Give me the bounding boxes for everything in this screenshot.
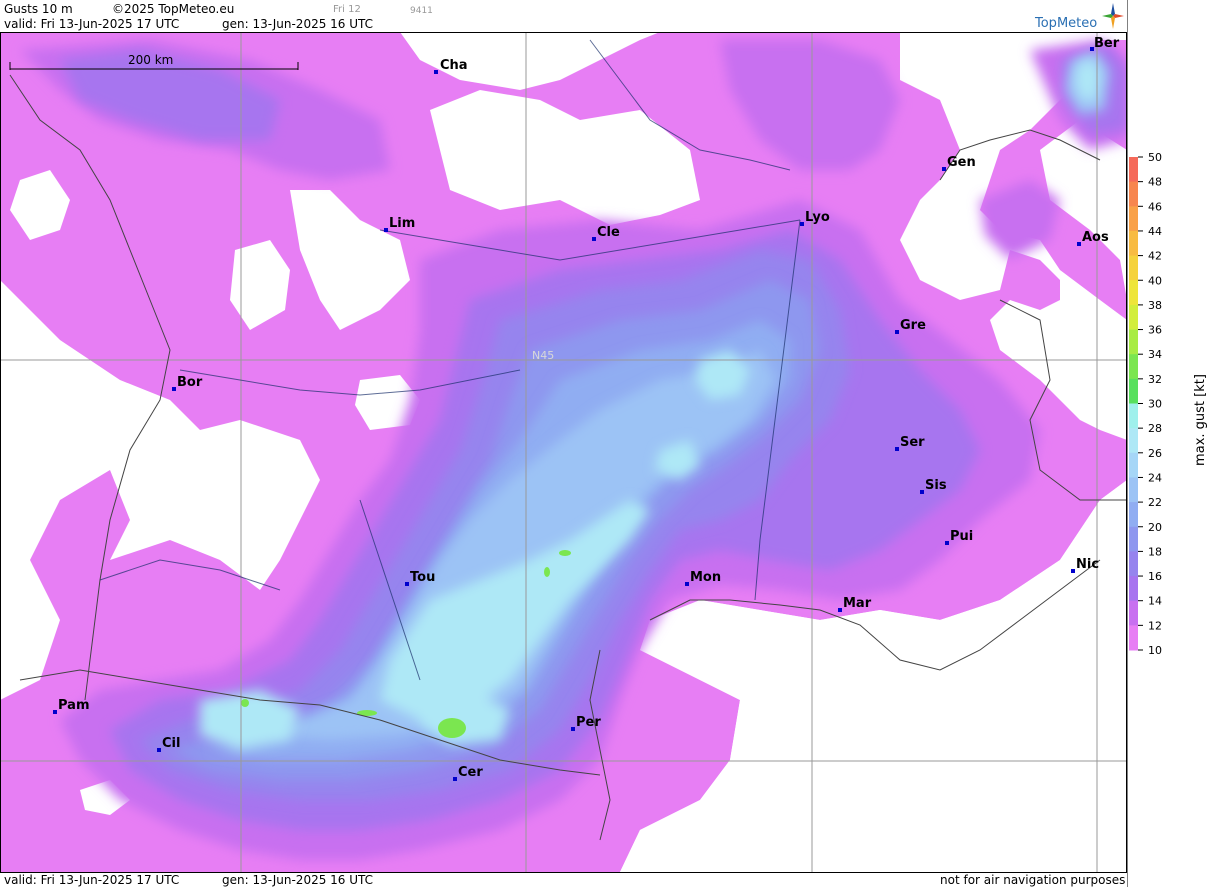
city-marker (838, 608, 842, 612)
city-label: Mar (843, 596, 872, 611)
city-marker (685, 582, 689, 586)
city-marker (895, 447, 899, 451)
city-label: Mon (690, 570, 721, 585)
legend-tick-label: 34 (1148, 348, 1162, 361)
legend-tick-label: 32 (1148, 373, 1162, 386)
city-label: Aos (1082, 230, 1109, 245)
legend-swatch (1129, 600, 1138, 626)
legend-swatch (1129, 304, 1138, 331)
city-label: Cil (162, 736, 180, 751)
city-label: Gen (947, 155, 976, 170)
day-tab[interactable]: Fri 12 (333, 3, 361, 17)
city-label: Tou (410, 570, 435, 585)
city-marker (1071, 569, 1075, 573)
city-label: Lim (389, 216, 415, 231)
legend-tick-label: 14 (1148, 595, 1162, 608)
latitude-label: N45 (532, 349, 554, 362)
city-label: Cle (597, 225, 620, 240)
city-marker (945, 541, 949, 545)
footer-valid-time: valid: Fri 13-Jun-2025 17 UTC (4, 873, 180, 887)
city-marker (53, 710, 57, 714)
legend-swatch (1129, 403, 1138, 429)
legend-swatch (1129, 625, 1138, 651)
city-marker (172, 387, 176, 391)
legend-tick-label: 18 (1148, 545, 1162, 558)
city-label: Ber (1094, 36, 1120, 51)
legend-swatch (1129, 230, 1138, 257)
legend-swatch (1129, 329, 1138, 355)
city-label: Pam (58, 698, 90, 713)
legend-tick-label: 28 (1148, 422, 1162, 435)
city-marker (157, 748, 161, 752)
legend-tick-label: 46 (1148, 200, 1162, 213)
legend-swatch (1129, 181, 1138, 207)
city-marker (920, 490, 924, 494)
city-marker (571, 727, 575, 731)
legend-swatch (1129, 551, 1138, 577)
run-id: 9411 (410, 6, 433, 16)
logo-compass-icon (1102, 3, 1124, 29)
legend-tick-label: 50 (1148, 151, 1162, 164)
gen-time: gen: 13-Jun-2025 16 UTC (222, 17, 374, 31)
city-label: Per (576, 715, 601, 730)
legend-tick-label: 48 (1148, 176, 1162, 189)
copyright: ©2025 TopMeteo.eu (112, 2, 235, 16)
city-marker (453, 777, 457, 781)
city-label: Cha (440, 58, 468, 73)
legend-swatch (1129, 255, 1138, 281)
legend-swatch (1129, 576, 1138, 602)
city-label: Lyo (805, 210, 830, 225)
legend-tick-label: 42 (1148, 250, 1162, 263)
city-marker (942, 167, 946, 171)
disclaimer: not for air navigation purposes (940, 873, 1126, 887)
legend-swatch (1129, 477, 1138, 503)
city-label: Cer (458, 765, 483, 780)
legend-swatch (1129, 502, 1138, 528)
city-label: Gre (900, 318, 926, 333)
logo-text: TopMeteo (1035, 16, 1098, 31)
legend-tick-label: 24 (1148, 471, 1162, 484)
legend-title: max. gust [kt] (1193, 374, 1208, 466)
city-label: Nic (1076, 557, 1099, 572)
product-title: Gusts 10 m (4, 2, 73, 16)
legend-swatch (1129, 452, 1138, 478)
city-marker (800, 222, 804, 226)
legend-tick-label: 36 (1148, 324, 1162, 337)
legend-colorbar (1129, 157, 1138, 651)
legend-tick-label: 20 (1148, 521, 1162, 534)
city-label: Pui (950, 529, 973, 544)
legend-swatch (1129, 378, 1138, 404)
legend-swatch (1129, 157, 1138, 183)
legend-tick-label: 38 (1148, 299, 1162, 312)
city-marker (434, 70, 438, 74)
city-marker (1077, 242, 1081, 246)
city-marker (384, 228, 388, 232)
legend-tick-label: 40 (1148, 274, 1162, 287)
city-label: Ser (900, 435, 925, 450)
legend-swatch (1129, 354, 1138, 380)
city-label: Bor (177, 375, 203, 390)
legend-tick-label: 30 (1148, 398, 1162, 411)
gust-map: Cha Ber Gen Lim Cle Lyo Aos Gre Bor Ser … (0, 0, 1219, 887)
legend-swatch (1129, 428, 1138, 454)
city-label: Sis (925, 478, 947, 493)
legend-tick-label: 44 (1148, 225, 1162, 238)
footer-gen-time: gen: 13-Jun-2025 16 UTC (222, 873, 374, 887)
city-marker (405, 582, 409, 586)
city-marker (895, 330, 899, 334)
legend-swatch (1129, 526, 1138, 552)
valid-time: valid: Fri 13-Jun-2025 17 UTC (4, 17, 180, 31)
legend-tick-label: 12 (1148, 619, 1162, 632)
legend-tick-label: 22 (1148, 496, 1162, 509)
legend-tick-label: 10 (1148, 644, 1162, 657)
legend-swatch (1129, 206, 1138, 232)
legend-tick-label: 16 (1148, 570, 1162, 583)
scale-bar-label: 200 km (128, 53, 173, 67)
legend-tick-label: 26 (1148, 447, 1162, 460)
city-marker (592, 237, 596, 241)
legend-swatch (1129, 280, 1138, 306)
